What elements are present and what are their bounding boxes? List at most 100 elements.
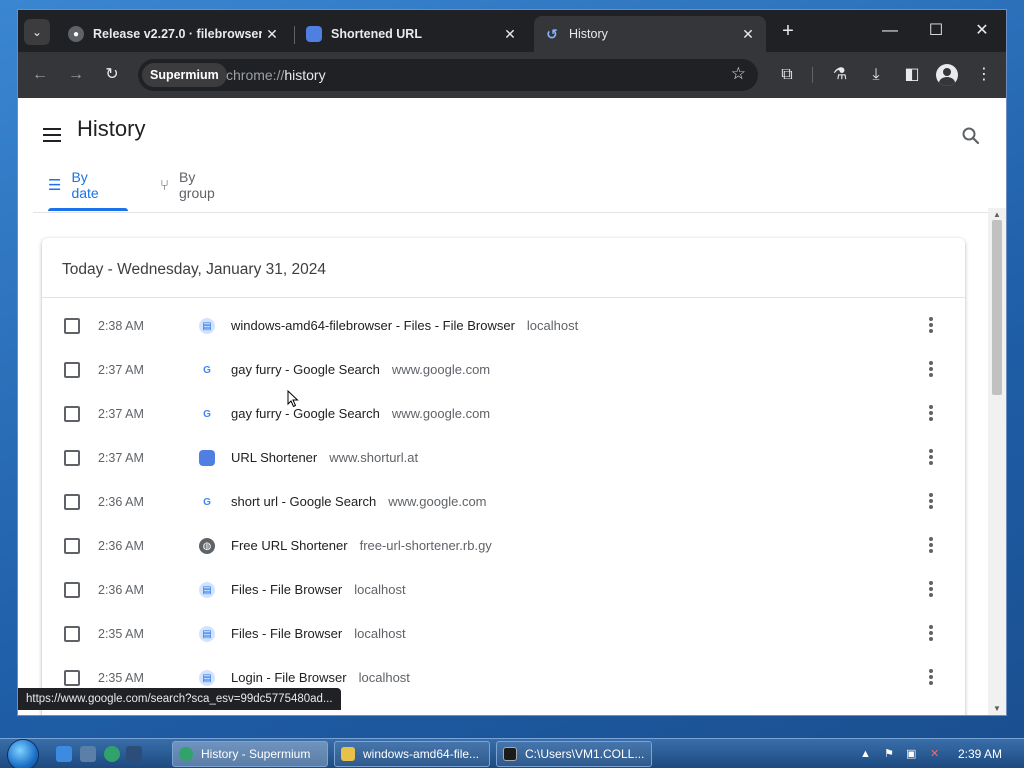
close-tab-icon[interactable]: ✕ bbox=[262, 26, 282, 43]
more-actions-icon[interactable] bbox=[928, 624, 934, 644]
tab-history[interactable]: ↺ History ✕ bbox=[534, 16, 766, 52]
entry-checkbox[interactable] bbox=[64, 538, 80, 554]
browser-quicklaunch-icon[interactable] bbox=[104, 746, 120, 762]
profile-avatar-icon[interactable] bbox=[936, 64, 958, 86]
hamburger-menu-icon[interactable] bbox=[43, 128, 61, 142]
tab-by-group[interactable]: ⑂ By group bbox=[160, 158, 215, 212]
tab-search-button[interactable]: ⌄ bbox=[24, 19, 50, 45]
history-entry-row[interactable]: 2:36 AM Gshort url - Google Search www.goo… bbox=[42, 480, 965, 524]
entry-checkbox[interactable] bbox=[64, 362, 80, 378]
list-icon: ☰ bbox=[48, 177, 62, 194]
history-entry-row[interactable]: 2:36 AM ◍ Free URL Shortener free-url-short… bbox=[42, 524, 965, 568]
tab-by-date[interactable]: ☰ By date bbox=[48, 158, 99, 212]
google-icon: G bbox=[203, 496, 211, 508]
entry-checkbox[interactable] bbox=[64, 318, 80, 334]
more-actions-icon[interactable] bbox=[928, 316, 934, 336]
download-icon[interactable]: ⤓ bbox=[864, 63, 888, 87]
more-actions-icon[interactable] bbox=[928, 580, 934, 600]
history-entry-row[interactable]: 2:37 AM Ggay furry - Google Search www.goo… bbox=[42, 348, 965, 392]
entry-link[interactable]: short url - Google Search www.google.com bbox=[231, 480, 487, 524]
entry-link[interactable]: Files - File Browser localhost bbox=[231, 568, 406, 612]
search-icon[interactable] bbox=[961, 126, 981, 146]
internet-explorer-icon[interactable] bbox=[56, 746, 72, 762]
back-arrow-icon: ← bbox=[32, 66, 48, 83]
close-window-button[interactable]: ✕ bbox=[960, 18, 1004, 44]
close-tab-icon[interactable]: ✕ bbox=[738, 26, 758, 43]
entry-checkbox[interactable] bbox=[64, 494, 80, 510]
entry-time: 2:37 AM bbox=[98, 407, 144, 421]
scroll-up-arrow-icon[interactable]: ▲ bbox=[993, 210, 1001, 219]
taskbar-item-history[interactable]: History - Supermium bbox=[172, 741, 328, 767]
entry-title: gay furry - Google Search bbox=[231, 406, 380, 421]
history-card: Today - Wednesday, January 31, 2024 2:38… bbox=[42, 238, 965, 715]
menu-dots-icon[interactable]: ⋮ bbox=[972, 63, 996, 87]
filebrowser-icon: ▤ bbox=[199, 626, 215, 642]
minimize-button[interactable]: — bbox=[868, 18, 912, 44]
entry-link[interactable]: windows-amd64-filebrowser - Files - File… bbox=[231, 304, 578, 348]
taskbar-clock[interactable]: 2:39 AM bbox=[958, 739, 1002, 768]
history-entry-row[interactable]: 2:37 AM URL Shortener www.shorturl.at bbox=[42, 436, 965, 480]
bookmark-star-icon[interactable]: ☆ bbox=[731, 64, 746, 84]
entry-link[interactable]: URL Shortener www.shorturl.at bbox=[231, 436, 418, 480]
history-entry-row[interactable]: 2:37 AM Ggay furry - Google Search www.goo… bbox=[42, 392, 965, 436]
entry-domain: www.google.com bbox=[391, 362, 491, 377]
volume-muted-icon[interactable]: ✕ bbox=[930, 739, 939, 768]
action-center-flag-icon[interactable]: ⚑ bbox=[884, 739, 894, 768]
entry-link[interactable]: Files - File Browser localhost bbox=[231, 612, 406, 656]
labs-flask-icon[interactable]: ⚗ bbox=[828, 63, 852, 87]
entry-title: windows-amd64-filebrowser - Files - File… bbox=[231, 318, 515, 333]
more-actions-icon[interactable] bbox=[928, 448, 934, 468]
tabs-divider bbox=[33, 212, 993, 213]
extensions-icon[interactable]: ⧉ bbox=[775, 63, 799, 87]
entry-time: 2:36 AM bbox=[98, 583, 144, 597]
folder-icon bbox=[341, 747, 355, 761]
address-text[interactable]: chrome://history bbox=[226, 59, 326, 91]
more-actions-icon[interactable] bbox=[928, 492, 934, 512]
more-actions-icon[interactable] bbox=[928, 360, 934, 380]
entry-domain: localhost bbox=[526, 318, 579, 333]
scrollbar-thumb[interactable] bbox=[992, 220, 1002, 395]
start-button[interactable] bbox=[8, 740, 38, 768]
maximize-button[interactable]: ☐ bbox=[914, 18, 958, 44]
scrollbar[interactable]: ▲ ▼ bbox=[988, 208, 1006, 715]
entry-domain: free-url-shortener.rb.gy bbox=[359, 538, 492, 553]
history-entry-row[interactable]: 2:38 AM ▤ windows-amd64-filebrowser - File… bbox=[42, 304, 965, 348]
taskbar-item-cmd[interactable]: C:\Users\VM1.COLL... bbox=[496, 741, 652, 767]
back-button[interactable]: ← bbox=[26, 61, 54, 89]
entry-link[interactable]: Free URL Shortener free-url-shortener.rb.… bbox=[231, 524, 492, 568]
new-tab-button[interactable]: + bbox=[776, 20, 800, 44]
profile-chip[interactable]: Supermium bbox=[142, 63, 227, 87]
tab-shortened-url[interactable]: Shortened URL ✕ bbox=[296, 16, 528, 52]
more-actions-icon[interactable] bbox=[928, 668, 934, 688]
history-entry-row[interactable]: 2:36 AM ▤ Files - File Browser localhost bbox=[42, 568, 965, 612]
chevron-down-icon: ⌄ bbox=[31, 25, 43, 39]
network-icon[interactable]: ▣ bbox=[906, 739, 916, 768]
filebrowser-icon: ▤ bbox=[199, 318, 215, 334]
status-bubble-url: https://www.google.com/search?sca_esv=99… bbox=[18, 688, 341, 710]
forward-button[interactable]: → bbox=[62, 61, 90, 89]
taskbar-item-explorer[interactable]: windows-amd64-file... bbox=[334, 741, 490, 767]
terminal-quicklaunch-icon[interactable] bbox=[126, 746, 142, 762]
scroll-down-arrow-icon[interactable]: ▼ bbox=[993, 704, 1001, 713]
google-icon: G bbox=[203, 408, 211, 420]
history-page: History ☰ By date ⑂ By group Today - Wed… bbox=[18, 98, 1006, 715]
mouse-cursor-icon bbox=[287, 390, 299, 408]
tab-release[interactable]: ● Release v2.27.0 · filebrowser/fi ✕ bbox=[58, 16, 290, 52]
tray-expand-icon[interactable]: ▲ bbox=[860, 739, 871, 768]
entry-checkbox[interactable] bbox=[64, 670, 80, 686]
more-actions-icon[interactable] bbox=[928, 536, 934, 556]
show-desktop-icon[interactable] bbox=[80, 746, 96, 762]
entry-link[interactable]: gay furry - Google Search www.google.com bbox=[231, 392, 490, 436]
address-bar[interactable]: Supermium chrome://history ☆ bbox=[138, 59, 758, 91]
entry-checkbox[interactable] bbox=[64, 626, 80, 642]
entry-link[interactable]: gay furry - Google Search www.google.com bbox=[231, 348, 490, 392]
reload-button[interactable]: ↻ bbox=[98, 61, 126, 89]
close-tab-icon[interactable]: ✕ bbox=[500, 26, 520, 43]
entry-title: Files - File Browser bbox=[231, 626, 343, 641]
more-actions-icon[interactable] bbox=[928, 404, 934, 424]
entry-checkbox[interactable] bbox=[64, 450, 80, 466]
entry-checkbox[interactable] bbox=[64, 406, 80, 422]
history-entry-row[interactable]: 2:35 AM ▤ Files - File Browser localhost bbox=[42, 612, 965, 656]
side-panel-icon[interactable]: ◧ bbox=[900, 63, 924, 87]
entry-checkbox[interactable] bbox=[64, 582, 80, 598]
